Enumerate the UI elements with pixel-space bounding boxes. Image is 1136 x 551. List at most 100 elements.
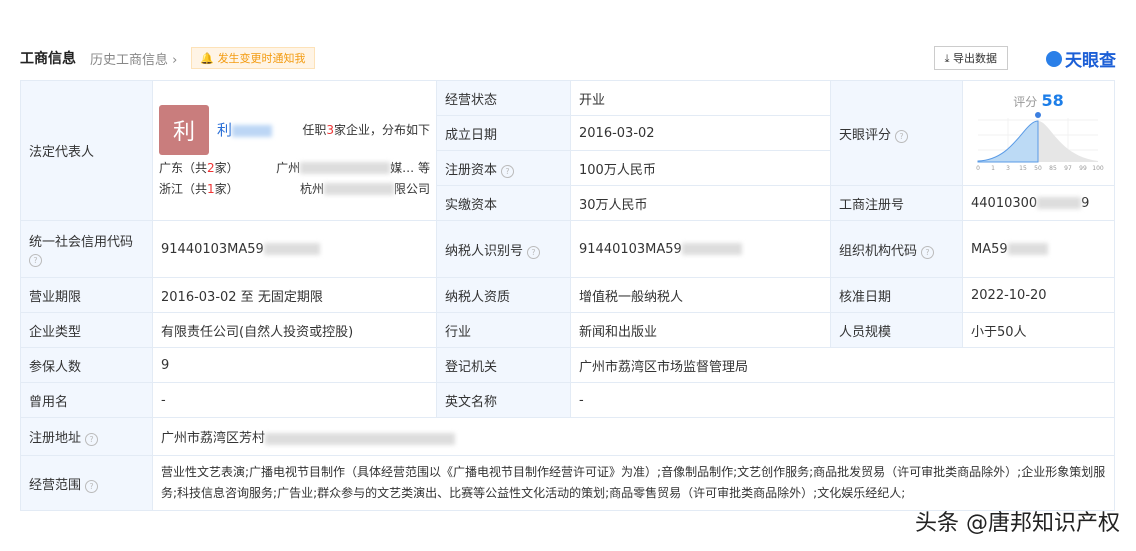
region-company: 广州: [276, 160, 301, 175]
org-code-label: 组织机构代码?: [830, 220, 963, 278]
region-company: 杭州: [299, 181, 324, 196]
help-icon[interactable]: ?: [501, 164, 515, 178]
section-header: 工商信息 历史工商信息 › 🔔 发生变更时通知我 ⤓ 导出数据 天眼查: [20, 46, 1116, 71]
logo: 天眼查: [1046, 46, 1116, 71]
paid-capital-value: 30万人民币: [570, 185, 831, 221]
score-cell: 评分 58 0 1 3 15 50 85 97 99 100: [962, 80, 1115, 186]
score-axis-tick: 100: [1092, 165, 1104, 172]
industry-label: 行业: [436, 312, 571, 348]
score-axis-tick: 99: [1079, 165, 1087, 172]
reg-no-end: 9: [1081, 195, 1090, 211]
export-button[interactable]: ⤓ 导出数据: [933, 46, 1008, 70]
region-suffix: 家）: [214, 160, 239, 175]
score-axis-tick: 50: [1034, 165, 1042, 172]
industry-value: 新闻和出版业: [570, 312, 831, 348]
insured-value: 9: [152, 347, 437, 383]
english-name-label: 英文名称: [436, 382, 571, 418]
credit-code-text: 91440103MA59: [161, 241, 264, 257]
score-axis-tick: 3: [1006, 165, 1010, 172]
region-suffix: 家）: [214, 181, 239, 196]
score-axis-tick: 1: [991, 165, 995, 172]
score-title: 评分: [1013, 94, 1038, 109]
avatar: 利: [159, 104, 209, 155]
tax-qual-value: 增值税一般纳税人: [570, 277, 831, 313]
founded-value: 2016-03-02: [570, 115, 831, 151]
help-icon[interactable]: ?: [85, 433, 99, 446]
term-label: 营业期限: [20, 277, 153, 313]
company-type-value: 有限责任公司(自然人投资或控股): [152, 312, 437, 348]
legal-rep-name[interactable]: 利: [217, 119, 273, 140]
region-company-end: 限公司: [393, 181, 430, 196]
export-label: 导出数据: [953, 52, 997, 65]
english-name-value: -: [570, 382, 1115, 418]
redaction: [681, 243, 742, 255]
region-company-end: 媒… 等: [390, 160, 430, 175]
section-title: 工商信息: [20, 51, 76, 67]
history-link[interactable]: 历史工商信息 ›: [90, 49, 177, 68]
bell-icon: 🔔: [200, 52, 215, 65]
tax-id-text: 91440103MA59: [579, 241, 682, 257]
reg-capital-value: 100万人民币: [570, 150, 831, 186]
legal-rep-name-text: 利: [217, 121, 233, 139]
org-code-value: MA59: [962, 220, 1115, 278]
logo-mark-icon: [1046, 50, 1062, 67]
score-marker-icon: [1034, 111, 1041, 118]
approve-date-value: 2022-10-20: [962, 277, 1115, 313]
score-axis-tick: 85: [1049, 165, 1057, 172]
address-text: 广州市荔湾区芳村: [161, 431, 266, 446]
tax-id-value: 91440103MA59: [570, 220, 831, 278]
redaction: [323, 183, 394, 195]
logo-text: 天眼查: [1065, 51, 1116, 71]
status-value: 开业: [570, 80, 831, 116]
redaction: [263, 243, 320, 255]
score-value: 58: [1041, 90, 1064, 110]
founded-label: 成立日期: [436, 115, 571, 151]
region-count: 1: [207, 181, 215, 196]
redaction: [1037, 197, 1082, 209]
paid-capital-label: 实缴资本: [436, 185, 571, 221]
tax-qual-label: 纳税人资质: [436, 277, 571, 313]
help-icon[interactable]: ?: [85, 479, 99, 493]
score-label: 天眼评分?: [830, 80, 963, 186]
notify-label: 发生变更时通知我: [217, 52, 306, 65]
address-label-text: 注册地址: [29, 431, 82, 446]
score-axis-tick: 15: [1019, 165, 1027, 172]
address-value: 广州市荔湾区芳村: [152, 417, 1115, 456]
status-label: 经营状态: [436, 80, 571, 116]
company-type-label: 企业类型: [20, 312, 153, 348]
authority-value: 广州市荔湾区市场监督管理局: [570, 347, 1115, 383]
approve-date-label: 核准日期: [830, 277, 963, 313]
region-count: 2: [207, 160, 215, 175]
score-axis-tick: 0: [976, 165, 980, 172]
score-label-text: 天眼评分: [839, 127, 892, 143]
roles-post: 家企业，分布如下: [333, 123, 430, 137]
business-info-table: 法定代表人 利 利 任职3家企业，分布如下 广东（共2家） 广州 媒… 等 浙江（共…: [20, 80, 1115, 511]
score-distribution-chart: 0 1 3 15 50 85 97 99 100: [976, 111, 1104, 172]
former-name-label: 曾用名: [20, 382, 153, 418]
reg-capital-label-text: 注册资本: [445, 162, 498, 178]
reg-no-value: 44010300 9: [962, 185, 1115, 221]
legal-rep-label: 法定代表人: [20, 80, 153, 221]
org-code-text: MA59: [971, 241, 1008, 257]
credit-code-label-text: 统一社会信用代码: [29, 235, 134, 250]
help-icon[interactable]: ?: [29, 254, 42, 267]
roles-summary: 任职3家企业，分布如下: [302, 121, 430, 138]
help-icon[interactable]: ?: [527, 245, 541, 259]
staff-label: 人员规模: [830, 312, 963, 348]
redaction: [1007, 243, 1048, 255]
scope-label-text: 经营范围: [29, 477, 82, 493]
insured-label: 参保人数: [20, 347, 153, 383]
former-name-value: -: [152, 382, 437, 418]
redaction: [232, 124, 273, 137]
score-axis-tick: 97: [1064, 165, 1072, 172]
scope-value: 营业性文艺表演;广播电视节目制作（具体经营范围以《广播电视节目制作经营许可证》为…: [152, 455, 1115, 511]
region-row[interactable]: 浙江（共1家） 杭州 限公司: [159, 180, 430, 197]
region-name: 广东（共: [159, 160, 208, 175]
notify-button[interactable]: 🔔 发生变更时通知我: [191, 47, 315, 69]
region-row[interactable]: 广东（共2家） 广州 媒… 等: [159, 159, 430, 176]
org-code-label-text: 组织机构代码: [839, 243, 918, 259]
authority-label: 登记机关: [436, 347, 571, 383]
help-icon[interactable]: ?: [921, 245, 935, 259]
term-value: 2016-03-02 至 无固定期限: [152, 277, 437, 313]
help-icon[interactable]: ?: [895, 129, 909, 143]
